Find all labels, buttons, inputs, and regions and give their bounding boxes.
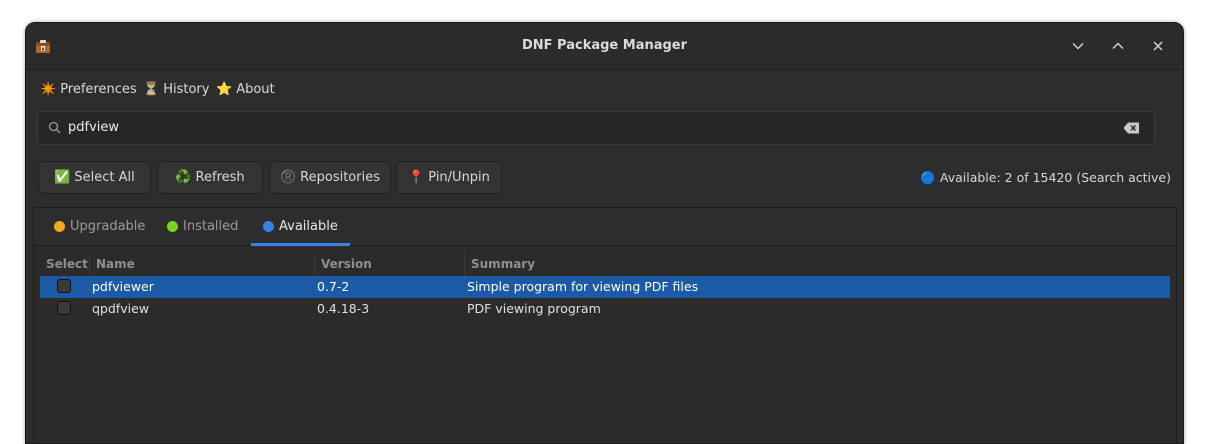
package-version: 0.4.18-3: [317, 301, 370, 316]
refresh-label: Refresh: [195, 170, 245, 185]
menu-about-label: About: [236, 81, 275, 97]
table-row[interactable]: qpdfview 0.4.18-3 PDF viewing program: [40, 298, 1170, 320]
package-notebook: Upgradable Installed Available Select Na…: [33, 207, 1177, 443]
pin-unpin-button[interactable]: 📍 Pin/Unpin: [396, 161, 502, 194]
close-button[interactable]: [1147, 35, 1169, 57]
blue-circle-icon: 🔵: [920, 170, 936, 185]
select-all-button[interactable]: ✅ Select All: [38, 161, 151, 194]
title-bar[interactable]: DNF Package Manager: [26, 23, 1183, 70]
recycle-icon: ♻️: [175, 170, 192, 185]
status-text: 🔵 Available: 2 of 15420 (Search active): [920, 170, 1171, 186]
search-input[interactable]: pdfview: [37, 111, 1155, 145]
column-version[interactable]: Version: [314, 252, 464, 276]
blue-circle-icon: [263, 221, 274, 232]
column-name[interactable]: Name: [89, 252, 314, 276]
checkmark-icon: ✅: [54, 170, 71, 185]
column-select[interactable]: Select: [40, 252, 89, 276]
tab-available[interactable]: Available: [251, 208, 350, 246]
menu-bar: ✴️ Preferences ⏳ History ⭐ About: [26, 70, 1183, 104]
tab-installed[interactable]: Installed: [167, 208, 238, 245]
menu-history-label: History: [163, 81, 210, 97]
tab-available-label: Available: [279, 219, 338, 234]
package-summary: PDF viewing program: [467, 301, 601, 316]
select-all-label: Select All: [74, 170, 135, 185]
row-checkbox[interactable]: [57, 301, 71, 315]
menu-about[interactable]: ⭐ About: [216, 80, 275, 98]
column-summary[interactable]: Summary: [464, 252, 1164, 276]
close-icon: [1153, 41, 1163, 51]
package-summary: Simple program for viewing PDF files: [467, 279, 699, 294]
sparkle-icon: ✴️: [40, 81, 57, 97]
pin-unpin-label: Pin/Unpin: [428, 170, 490, 185]
table-row[interactable]: pdfviewer 0.7-2 Simple program for viewi…: [40, 276, 1170, 298]
status-label: Available: 2 of 15420 (Search active): [939, 170, 1171, 185]
green-circle-icon: [167, 221, 178, 232]
backspace-icon[interactable]: [1123, 122, 1140, 134]
minimize-button[interactable]: [1067, 35, 1089, 57]
package-version: 0.7-2: [317, 279, 350, 294]
chevron-up-icon: [1112, 42, 1124, 50]
menu-history[interactable]: ⏳ History: [143, 80, 209, 98]
table-header: Select Name Version Summary: [40, 252, 1170, 276]
tab-upgradable[interactable]: Upgradable: [54, 208, 145, 245]
menu-preferences-label: Preferences: [60, 81, 137, 97]
chevron-down-icon: [1072, 42, 1084, 50]
repositories-button[interactable]: ®️ Repositories: [269, 161, 391, 194]
package-name: qpdfview: [92, 301, 149, 316]
registered-icon: ®️: [279, 170, 297, 185]
search-icon: [48, 121, 61, 134]
row-checkbox[interactable]: [57, 279, 71, 293]
tab-installed-label: Installed: [183, 219, 239, 234]
tab-upgradable-label: Upgradable: [70, 219, 146, 234]
refresh-button[interactable]: ♻️ Refresh: [157, 161, 263, 194]
star-icon: ⭐: [216, 81, 233, 97]
menu-preferences[interactable]: ✴️ Preferences: [40, 80, 137, 98]
search-value: pdfview: [68, 120, 120, 135]
repositories-label: Repositories: [300, 170, 380, 185]
package-name: pdfviewer: [92, 279, 154, 294]
pin-icon: 📍: [408, 170, 425, 185]
window-title: DNF Package Manager: [521, 38, 688, 53]
hourglass-icon: ⏳: [143, 81, 160, 97]
maximize-button[interactable]: [1107, 35, 1129, 57]
orange-circle-icon: [54, 221, 65, 232]
tab-bar: Upgradable Installed Available: [34, 208, 1176, 246]
main-window: DNF Package Manager ✴️ Preferences ⏳ His…: [25, 22, 1184, 444]
